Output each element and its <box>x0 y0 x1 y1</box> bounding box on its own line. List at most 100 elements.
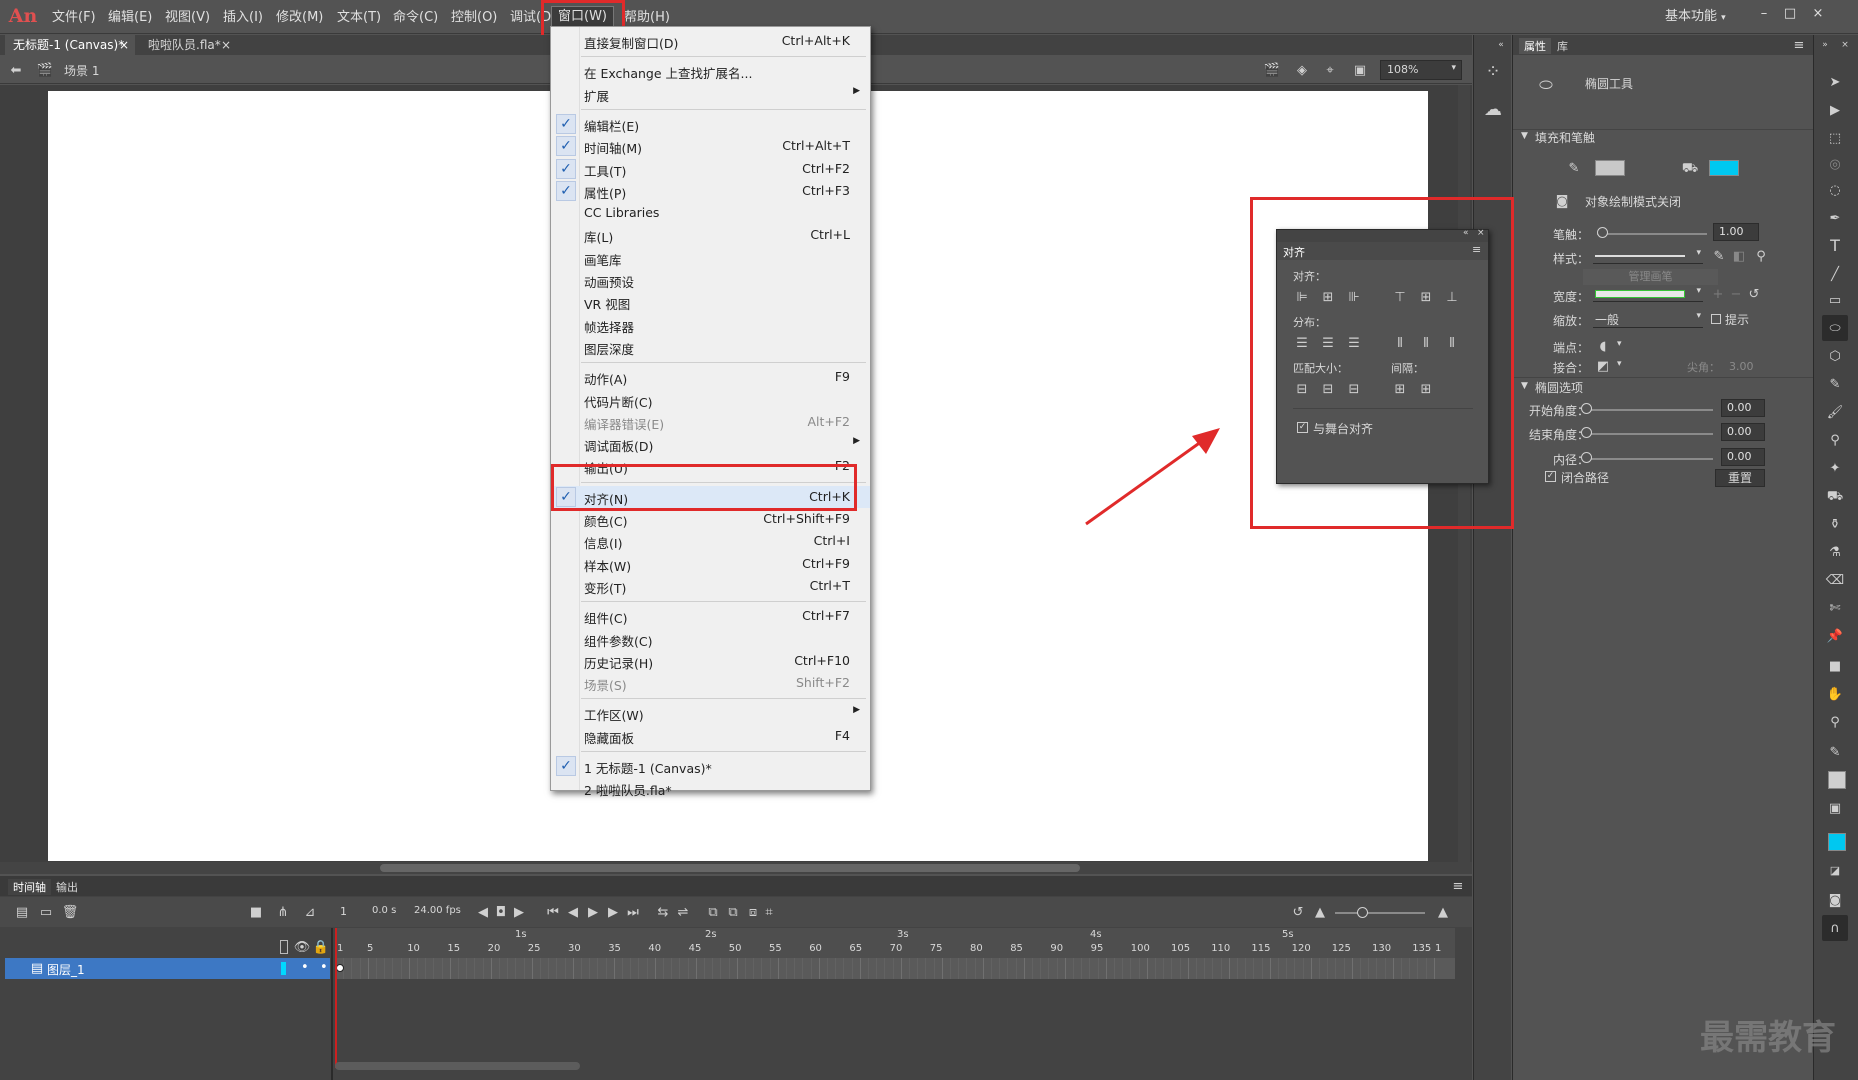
asset-warp-tool-icon[interactable]: 📌 <box>1822 623 1848 649</box>
menu-item[interactable]: 工作区(W) ▶ <box>551 702 870 724</box>
menu-item[interactable]: ✓ 属性(P) Ctrl+F3 <box>551 180 870 202</box>
menu-item[interactable]: 画笔库 <box>551 247 870 269</box>
brush-tool-icon[interactable]: ⚲ <box>1822 427 1848 453</box>
close-path-checkbox[interactable]: ✓ <box>1545 471 1556 482</box>
current-time[interactable]: 0.0 s <box>372 905 396 916</box>
cc-libraries-icon[interactable]: ☁ <box>1480 97 1506 123</box>
menu-item[interactable]: 调试面板(D) ▶ <box>551 433 870 455</box>
tab-properties[interactable]: 属性 <box>1519 38 1551 54</box>
add-width-icon[interactable]: + <box>1711 286 1725 302</box>
brush-icon[interactable]: ⚲ <box>1753 248 1769 264</box>
menu-item[interactable]: ✓ 1 无标题-1 (Canvas)* <box>551 755 870 777</box>
prev-keyframe-icon[interactable]: ◀ <box>476 904 490 920</box>
close-icon[interactable]: × <box>221 35 231 55</box>
panel-menu-icon[interactable]: ≡ <box>1450 879 1466 893</box>
snap-magnet-icon[interactable]: ∩ <box>1822 915 1848 941</box>
slider-knob[interactable] <box>1581 452 1592 463</box>
menu-item[interactable]: 直接复制窗口(D) Ctrl+Alt+K <box>551 30 870 52</box>
reset-width-icon[interactable]: ↺ <box>1747 286 1761 302</box>
edit-multiple-frames-icon[interactable]: ⧈ <box>746 904 760 920</box>
stroke-color-tool-swatch[interactable] <box>1828 771 1846 789</box>
stroke-color-tool-icon[interactable]: ✎ <box>1822 739 1848 765</box>
menu-item[interactable]: 样本(W) Ctrl+F9 <box>551 553 870 575</box>
stroke-variable-icon[interactable]: ◧ <box>1731 248 1747 264</box>
edit-scene-icon[interactable]: 🎬 <box>1262 61 1282 79</box>
fill-color-tool-icon[interactable]: ▣ <box>1822 795 1848 821</box>
scrollbar-thumb[interactable] <box>380 864 1080 872</box>
line-tool-icon[interactable]: ╱ <box>1822 261 1848 287</box>
close-window-button[interactable]: × <box>1806 4 1830 24</box>
stroke-size-input[interactable]: 1.00 <box>1713 223 1759 241</box>
chevron-down-icon[interactable]: ▾ <box>1617 359 1622 369</box>
menu-commands[interactable]: 命令(C) <box>393 8 438 28</box>
manage-brush-button[interactable]: 管理画笔 <box>1583 269 1718 285</box>
ink-bottle-tool-icon[interactable]: ⚱ <box>1822 511 1848 537</box>
lasso-tool-icon[interactable]: ◌ <box>1822 177 1848 203</box>
menu-item[interactable]: 动作(A) F9 <box>551 366 870 388</box>
layer-name[interactable]: 图层_1 <box>47 961 85 978</box>
zoom-tool-icon[interactable]: ⚲ <box>1822 709 1848 735</box>
join-style-icon[interactable]: ◩ <box>1595 358 1611 374</box>
pencil-tool-icon[interactable]: ✎ <box>1822 371 1848 397</box>
center-stage-icon[interactable]: ⌖ <box>1320 61 1340 79</box>
menu-file[interactable]: 文件(F) <box>52 8 96 28</box>
panel-menu-icon[interactable]: ≡ <box>1791 38 1807 52</box>
zoom-out-icon[interactable]: ▲ <box>1312 904 1328 920</box>
camera-icon[interactable]: ■ <box>248 904 264 920</box>
edit-symbol-icon[interactable]: ◈ <box>1292 61 1312 79</box>
minimize-button[interactable]: – <box>1752 4 1776 24</box>
zoom-in-icon[interactable]: ▲ <box>1434 904 1452 920</box>
graph-icon[interactable]: ⊿ <box>302 904 318 920</box>
new-layer-icon[interactable]: ▤ <box>14 904 30 920</box>
delete-layer-icon[interactable]: 🗑 <box>62 904 79 920</box>
menu-view[interactable]: 视图(V) <box>165 8 210 28</box>
camera-tool-icon[interactable]: ■ <box>1822 653 1848 679</box>
remove-width-icon[interactable]: − <box>1729 286 1743 302</box>
eyedropper-tool-icon[interactable]: ⚗ <box>1822 539 1848 565</box>
object-drawing-icon[interactable]: ◙ <box>1553 192 1571 210</box>
onion-outline-icon[interactable]: ⧉ <box>726 904 740 920</box>
layer-parent-icon[interactable]: ⋔ <box>275 904 291 920</box>
back-arrow-icon[interactable]: ⬅ <box>8 62 24 78</box>
keyframe-marker[interactable] <box>336 964 344 972</box>
menu-item[interactable]: 2 啦啦队员.fla* <box>551 777 870 799</box>
fill-color-swatch[interactable] <box>1709 160 1739 176</box>
lock-dot[interactable]: • <box>320 960 328 975</box>
inner-radius-slider[interactable] <box>1585 458 1713 460</box>
tab-timeline[interactable]: 时间轴 <box>8 879 51 895</box>
menu-modify[interactable]: 修改(M) <box>276 8 323 28</box>
timeline-zoom-slider[interactable] <box>1335 912 1425 914</box>
miter-value[interactable]: 3.00 <box>1729 360 1754 373</box>
menu-item[interactable]: 组件参数(C) <box>551 628 870 650</box>
layer-color-swatch[interactable] <box>281 962 286 975</box>
timeline-scrollbar[interactable] <box>335 1062 580 1070</box>
scale-select[interactable]: 一般 ▾ <box>1593 310 1703 328</box>
lock-icon[interactable]: 🔒 <box>313 940 329 954</box>
free-transform-tool-icon[interactable]: ⬚ <box>1822 125 1848 151</box>
frame-rate[interactable]: 24.00 fps <box>414 905 461 916</box>
menu-item[interactable]: 扩展 ▶ <box>551 83 870 105</box>
next-keyframe-icon[interactable]: ▶ <box>512 904 526 920</box>
menu-item[interactable]: 颜色(C) Ctrl+Shift+F9 <box>551 508 870 530</box>
step-back-icon[interactable]: ◀ <box>566 904 580 920</box>
doc-tab-cheerleader[interactable]: 啦啦队员.fla* × <box>140 35 235 55</box>
menu-control[interactable]: 控制(O) <box>451 8 497 28</box>
timeline-ruler[interactable]: 1s 2s 3s 4s 5s 1 5 10 15 20 25 30 35 40 45 50 55 60 6… <box>335 928 1455 958</box>
menu-item[interactable]: 变形(T) Ctrl+T <box>551 575 870 597</box>
menu-item[interactable]: ✓ 工具(T) Ctrl+F2 <box>551 158 870 180</box>
new-folder-icon[interactable]: ▭ <box>38 904 54 920</box>
paint-brush-tool-icon[interactable]: 🖌 <box>1822 399 1848 425</box>
chevron-down-icon[interactable]: ▼ <box>1521 131 1528 141</box>
tab-library[interactable]: 库 <box>1557 38 1568 54</box>
doc-tab-untitled[interactable]: 无标题-1 (Canvas)* × <box>5 35 135 55</box>
stroke-style-select[interactable]: ▾ <box>1593 248 1703 264</box>
collapse-icon[interactable]: » <box>1818 39 1832 51</box>
onion-skin-icon[interactable]: ⧉ <box>706 904 720 920</box>
menu-item[interactable]: ✓ 时间轴(M) Ctrl+Alt+T <box>551 135 870 157</box>
tab-output[interactable]: 输出 <box>56 879 78 895</box>
edit-stroke-style-icon[interactable]: ✎ <box>1711 248 1727 264</box>
bone-tool-icon[interactable]: ✦ <box>1822 455 1848 481</box>
menu-item[interactable]: VR 视图 <box>551 291 870 313</box>
layer-row[interactable]: ▤ 图层_1 • • <box>5 958 330 979</box>
slider-knob[interactable] <box>1357 907 1368 918</box>
